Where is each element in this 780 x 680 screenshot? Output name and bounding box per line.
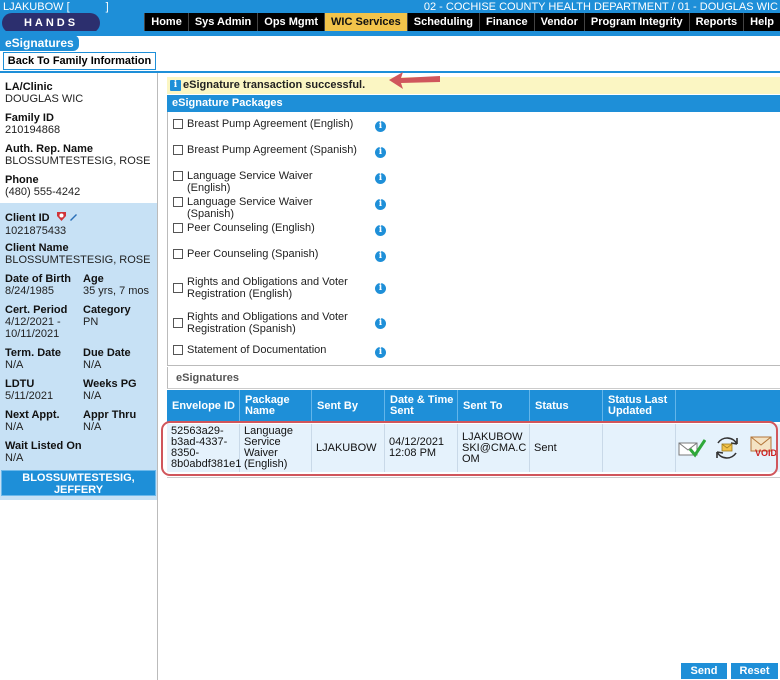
info-icon[interactable]: i xyxy=(375,347,386,358)
top-banner: LJAKUBOW [] 02 - COCHISE COUNTY HEALTH D… xyxy=(0,0,780,14)
term-date: Term. Date N/A xyxy=(5,347,62,371)
date-of-birth: Date of Birth 8/24/1985 xyxy=(5,273,71,297)
info-icon[interactable]: i xyxy=(375,225,386,236)
nav-finance[interactable]: Finance xyxy=(479,13,534,32)
header-divider xyxy=(0,31,780,36)
category: Category PN xyxy=(83,304,131,328)
due-date: Due Date N/A xyxy=(83,347,131,371)
nav-wic-services[interactable]: WIC Services xyxy=(324,13,407,32)
family-member-button[interactable]: BLOSSUMTESTESIG, JEFFERY xyxy=(1,470,156,496)
user-name: LJAKUBOW [] xyxy=(3,1,109,13)
info-icon[interactable]: i xyxy=(375,173,386,184)
table-header: Envelope ID Package Name Sent By Date & … xyxy=(167,390,780,422)
success-message: i eSignature transaction successful. xyxy=(167,77,780,94)
nav-home[interactable]: Home xyxy=(144,13,188,32)
packages-header: eSignature Packages xyxy=(167,95,780,112)
nav-ops-mgmt[interactable]: Ops Mgmt xyxy=(257,13,324,32)
cert-period: Cert. Period 4/12/2021 -10/11/2021 xyxy=(5,304,68,340)
nav-vendor[interactable]: Vendor xyxy=(533,13,584,32)
client-flag-icons[interactable] xyxy=(56,211,78,222)
row-highlight-annotation xyxy=(161,421,778,476)
package-checkbox[interactable] xyxy=(173,197,183,207)
info-icon[interactable]: i xyxy=(375,199,386,210)
appr-thru: Appr Thru N/A xyxy=(83,409,137,433)
esignatures-title: eSignatures xyxy=(167,367,780,389)
table-bottom-border xyxy=(167,477,780,478)
info-icon: i xyxy=(170,80,181,91)
annotation-arrow xyxy=(389,72,440,89)
nav-scheduling[interactable]: Scheduling xyxy=(406,13,479,32)
packages-list: Breast Pump Agreement (English) i Breast… xyxy=(167,112,780,366)
package-checkbox[interactable] xyxy=(173,249,183,259)
family-id: Family ID 210194868 xyxy=(5,112,61,136)
col-envelope-id: Envelope ID xyxy=(167,390,240,422)
left-panel: LA/Clinic DOUGLAS WIC Family ID 210194868 … xyxy=(0,73,158,680)
package-checkbox[interactable] xyxy=(173,283,183,293)
phone: Phone (480) 555-4242 xyxy=(5,174,81,198)
family-info: LA/Clinic DOUGLAS WIC Family ID 210194868 … xyxy=(0,73,157,203)
department-label: 02 - COCHISE COUNTY HEALTH DEPARTMENT / … xyxy=(423,1,778,13)
age: Age 35 yrs, 7 mos xyxy=(83,273,150,297)
la-clinic: LA/Clinic DOUGLAS WIC xyxy=(5,81,84,105)
package-checkbox[interactable] xyxy=(173,145,183,155)
info-icon[interactable]: i xyxy=(375,121,386,132)
wait-listed-on: Wait Listed On N/A xyxy=(5,440,82,464)
package-checkbox[interactable] xyxy=(173,119,183,129)
col-actions xyxy=(676,390,780,422)
col-sent-to: Sent To xyxy=(458,390,530,422)
reset-button[interactable]: Reset xyxy=(731,663,778,679)
hands-logo: HANDS xyxy=(2,13,100,33)
package-checkbox[interactable] xyxy=(173,223,183,233)
col-sent-by: Sent By xyxy=(312,390,385,422)
info-icon[interactable]: i xyxy=(375,318,386,329)
weeks-pg: Weeks PG N/A xyxy=(83,378,137,402)
nav-reports[interactable]: Reports xyxy=(688,13,744,32)
ldtu: LDTU 5/11/2021 xyxy=(5,378,54,402)
col-date-time: Date & Time Sent xyxy=(385,390,458,422)
col-status: Status xyxy=(530,390,603,422)
info-icon[interactable]: i xyxy=(375,147,386,158)
client-id: Client ID 1021875433 xyxy=(5,211,78,237)
info-icon[interactable]: i xyxy=(375,283,386,294)
package-checkbox[interactable] xyxy=(173,318,183,328)
main-nav: Home Sys Admin Ops Mgmt WIC Services Sch… xyxy=(144,13,780,32)
package-checkbox[interactable] xyxy=(173,345,183,355)
nav-sys-admin[interactable]: Sys Admin xyxy=(187,13,257,32)
package-checkbox[interactable] xyxy=(173,171,183,181)
client-info: Client ID 1021875433 Client Name BLOSSUMT… xyxy=(0,203,157,500)
back-to-family-button[interactable]: Back To Family Information xyxy=(3,52,156,70)
col-status-last-updated: Status Last Updated xyxy=(603,390,676,422)
next-appt: Next Appt. N/A xyxy=(5,409,60,433)
page-title: eSignatures xyxy=(0,35,79,51)
info-icon[interactable]: i xyxy=(375,251,386,262)
auth-rep-name: Auth. Rep. Name BLOSSUMTESTESIG, ROSE xyxy=(5,143,151,167)
send-button[interactable]: Send xyxy=(681,663,727,679)
client-name: Client Name BLOSSUMTESTESIG, ROSE xyxy=(5,242,151,266)
col-package-name: Package Name xyxy=(240,390,312,422)
nav-help[interactable]: Help xyxy=(743,13,780,32)
nav-program-integrity[interactable]: Program Integrity xyxy=(583,13,689,32)
